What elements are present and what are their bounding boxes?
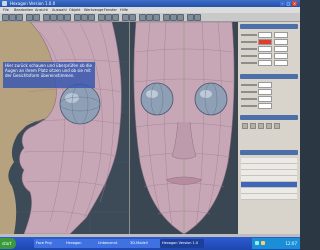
property-label [241, 98, 257, 100]
menu-tools[interactable]: Werkzeuge [84, 8, 103, 12]
front-view-model [130, 22, 238, 234]
select-tool-icon[interactable] [43, 14, 50, 21]
maximize-button[interactable]: □ [286, 1, 291, 6]
app-icon [2, 1, 7, 6]
pan-icon[interactable] [194, 14, 201, 21]
save-icon[interactable] [16, 14, 23, 21]
new-file-icon[interactable] [2, 14, 9, 21]
redo-icon[interactable] [33, 14, 40, 21]
menu-select[interactable]: Auswahl [52, 8, 67, 12]
property-field[interactable] [274, 46, 288, 52]
property-field[interactable] [258, 32, 272, 38]
edge-mode-icon[interactable] [81, 14, 88, 21]
light-icon[interactable] [153, 14, 160, 21]
property-field[interactable] [258, 46, 272, 52]
property-label [241, 48, 257, 50]
zoom-icon[interactable] [187, 14, 194, 21]
layout-split-icon[interactable] [170, 14, 177, 21]
menu-help[interactable]: Hilfe [120, 8, 128, 12]
start-label: start [2, 241, 12, 246]
open-file-icon[interactable] [9, 14, 16, 21]
properties-panel [238, 22, 300, 234]
property-label [241, 62, 257, 64]
sculpt-tool-icon[interactable] [98, 14, 105, 21]
property-field[interactable] [274, 60, 288, 66]
start-button[interactable]: start [0, 238, 16, 249]
move-tool-icon[interactable] [50, 14, 57, 21]
taskbar-button-active[interactable]: Hexagon Version 1.0 [160, 239, 204, 248]
taskbar-button[interactable]: Face Proj [34, 239, 66, 248]
property-field[interactable] [258, 82, 272, 88]
title-bar: Hexagon Version 1.0.0 – □ × [0, 0, 300, 7]
viewport-note: Hier zurück schauen und überprüfen ob di… [3, 62, 95, 88]
minimize-button[interactable]: – [280, 1, 285, 6]
taskbar-button[interactable]: 3D-Modell [128, 239, 162, 248]
camera-icon[interactable] [129, 14, 136, 21]
property-field[interactable] [258, 103, 272, 109]
property-field[interactable] [274, 32, 288, 38]
property-label [241, 84, 257, 86]
menu-edit[interactable]: Bearbeiten [14, 8, 33, 12]
menu-file[interactable]: File [3, 8, 9, 12]
front-viewport[interactable] [130, 22, 238, 234]
face-mode-icon[interactable] [88, 14, 95, 21]
panel-header-options[interactable] [240, 115, 298, 120]
property-label [241, 105, 257, 107]
property-field[interactable] [274, 39, 288, 45]
vertex-mode-icon[interactable] [74, 14, 81, 21]
property-field[interactable] [258, 96, 272, 102]
system-tray: 12:07 [252, 238, 300, 249]
menu-object[interactable]: Objekt [69, 8, 81, 12]
render-icon[interactable] [122, 14, 129, 21]
property-field[interactable] [274, 53, 288, 59]
side-view-model [0, 22, 130, 234]
volume-icon[interactable] [261, 241, 265, 245]
option-checkbox[interactable] [266, 123, 272, 129]
option-checkbox[interactable] [258, 123, 264, 129]
property-field[interactable] [258, 89, 272, 95]
layout-quad-icon[interactable] [177, 14, 184, 21]
property-field[interactable] [258, 60, 272, 66]
snap-icon[interactable] [146, 14, 153, 21]
property-label [241, 34, 257, 36]
scene-tree-row[interactable] [241, 194, 297, 200]
taskbar: start Face Proj Hexagon Unbenannt 3D-Mod… [0, 237, 300, 250]
network-icon[interactable] [255, 241, 259, 245]
layout-single-icon[interactable] [163, 14, 170, 21]
scale-tool-icon[interactable] [64, 14, 71, 21]
brush-tool-icon[interactable] [112, 14, 119, 21]
taskbar-button[interactable]: Hexagon [64, 239, 98, 248]
option-checkbox[interactable] [274, 123, 280, 129]
rotate-tool-icon[interactable] [57, 14, 64, 21]
clock: 12:07 [285, 241, 297, 246]
option-checkbox[interactable] [250, 123, 256, 129]
toolbar [0, 13, 300, 22]
close-button[interactable]: × [292, 1, 297, 6]
menu-view[interactable]: Ansicht [35, 8, 48, 12]
property-field[interactable] [258, 53, 272, 59]
panel-header-scene-tree[interactable] [240, 150, 298, 155]
option-checkbox[interactable] [242, 123, 248, 129]
grid-icon[interactable] [139, 14, 146, 21]
property-label [241, 55, 257, 57]
smooth-tool-icon[interactable] [105, 14, 112, 21]
menu-window[interactable]: Fenster [104, 8, 117, 12]
property-label [241, 91, 257, 93]
property-label [241, 41, 257, 43]
undo-icon[interactable] [26, 14, 33, 21]
side-viewport[interactable]: Hier zurück schauen und überprüfen ob di… [0, 22, 130, 234]
panel-header-mesh[interactable] [240, 74, 298, 79]
window-title: Hexagon Version 1.0.0 [10, 1, 56, 6]
panel-header-transform[interactable] [240, 24, 298, 29]
taskbar-button[interactable]: Unbenannt [96, 239, 130, 248]
property-field-highlighted[interactable] [258, 39, 272, 45]
